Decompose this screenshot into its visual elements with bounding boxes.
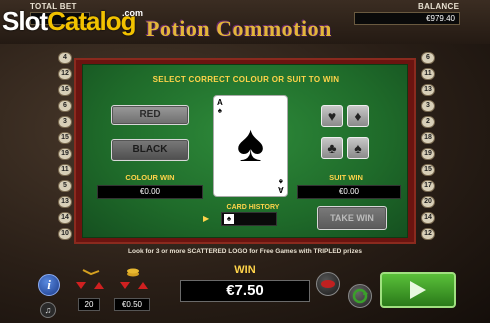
game-screen: TOTAL BET BALANCE €979.40 SlotCatalog .c… (0, 0, 490, 323)
colour-win-value: €0.00 (97, 185, 203, 199)
bet-increase-button[interactable] (138, 282, 148, 289)
payline-number[interactable]: 13 (421, 84, 435, 96)
payline-number[interactable]: 16 (58, 84, 72, 96)
payline-number[interactable]: 5 (58, 180, 72, 192)
payline-number[interactable]: 11 (421, 68, 435, 80)
card-history-label: CARD HISTORY (226, 204, 280, 211)
payline-number[interactable]: 12 (421, 228, 435, 240)
card-fan-icon (321, 280, 335, 288)
autoplay-icon (352, 288, 368, 304)
red-button[interactable]: RED (111, 105, 189, 125)
bet-decrease-button[interactable] (120, 282, 130, 289)
payline-number[interactable]: 10 (58, 228, 72, 240)
gamble-instruction: SELECT CORRECT COLOUR OR SUIT TO WIN (152, 75, 340, 84)
payline-number[interactable]: 6 (421, 52, 435, 64)
colour-win-label: COLOUR WIN (125, 173, 175, 182)
payline-number[interactable]: 13 (58, 196, 72, 208)
take-win-button[interactable]: TAKE WIN (317, 206, 387, 230)
card-corner-top: A ♠ (217, 98, 223, 115)
payline-number[interactable]: 3 (421, 100, 435, 112)
clubs-button[interactable]: ♣ (321, 137, 343, 159)
play-icon (410, 281, 426, 299)
bet-value: €0.50 (114, 298, 150, 311)
payline-number[interactable]: 3 (58, 116, 72, 128)
payline-number[interactable]: 19 (421, 148, 435, 160)
payline-number[interactable]: 4 (58, 52, 72, 64)
win-label: WIN (234, 264, 256, 276)
payline-number[interactable]: 6 (58, 100, 72, 112)
black-button[interactable]: BLACK (111, 139, 189, 161)
win-value: €7.50 (180, 280, 310, 302)
info-button[interactable]: i (38, 274, 60, 296)
suit-win-label: SUIT WIN (329, 173, 363, 182)
suit-win-value: €0.00 (297, 185, 401, 199)
history-arrow-icon: ▶ (203, 214, 210, 223)
scatter-info-text: Look for 3 or more SCATTERED LOGO for Fr… (128, 248, 362, 255)
spades-button[interactable]: ♠ (347, 137, 369, 159)
revealed-card: A ♠ ♠ A ♠ (213, 95, 288, 197)
history-card: ♠ (224, 214, 234, 224)
card-history-strip: ♠ (221, 212, 277, 226)
payline-number[interactable]: 12 (58, 68, 72, 80)
slotcatalog-watermark: SlotCatalog (2, 6, 136, 36)
lines-decrease-button[interactable] (76, 282, 86, 289)
spade-icon: ♠ (236, 115, 265, 173)
sound-toggle-button[interactable]: ♫ (40, 302, 56, 318)
hearts-button[interactable]: ♥ (321, 105, 343, 127)
spin-button[interactable] (380, 272, 456, 308)
lines-increase-button[interactable] (94, 282, 104, 289)
gamble-board: SELECT CORRECT COLOUR OR SUIT TO WIN RED… (74, 58, 416, 244)
payline-number[interactable]: 19 (58, 148, 72, 160)
payline-number[interactable]: 14 (421, 212, 435, 224)
payline-number[interactable]: 2 (421, 116, 435, 128)
balance-label: BALANCE (418, 2, 460, 11)
gamble-felt: SELECT CORRECT COLOUR OR SUIT TO WIN RED… (82, 64, 408, 238)
payline-number[interactable]: 20 (421, 196, 435, 208)
card-corner-bottom: A ♠ (278, 177, 284, 194)
payline-number[interactable]: 18 (421, 132, 435, 144)
coins-icon (127, 268, 139, 277)
payline-number[interactable]: 17 (421, 180, 435, 192)
lines-icon (82, 269, 100, 276)
watermark-domain: .com (122, 8, 144, 18)
payline-number[interactable]: 15 (58, 132, 72, 144)
game-title-logo: Potion Commotion (146, 16, 332, 41)
balance-value: €979.40 (354, 12, 460, 25)
diamonds-button[interactable]: ♦ (347, 105, 369, 127)
autoplay-button[interactable] (348, 284, 372, 308)
payline-number[interactable]: 11 (58, 164, 72, 176)
gamble-red-icon-button[interactable] (316, 272, 340, 296)
top-bar: TOTAL BET BALANCE €979.40 SlotCatalog .c… (0, 0, 490, 44)
payline-number[interactable]: 15 (421, 164, 435, 176)
payline-number[interactable]: 14 (58, 212, 72, 224)
lines-value: 20 (78, 298, 100, 311)
